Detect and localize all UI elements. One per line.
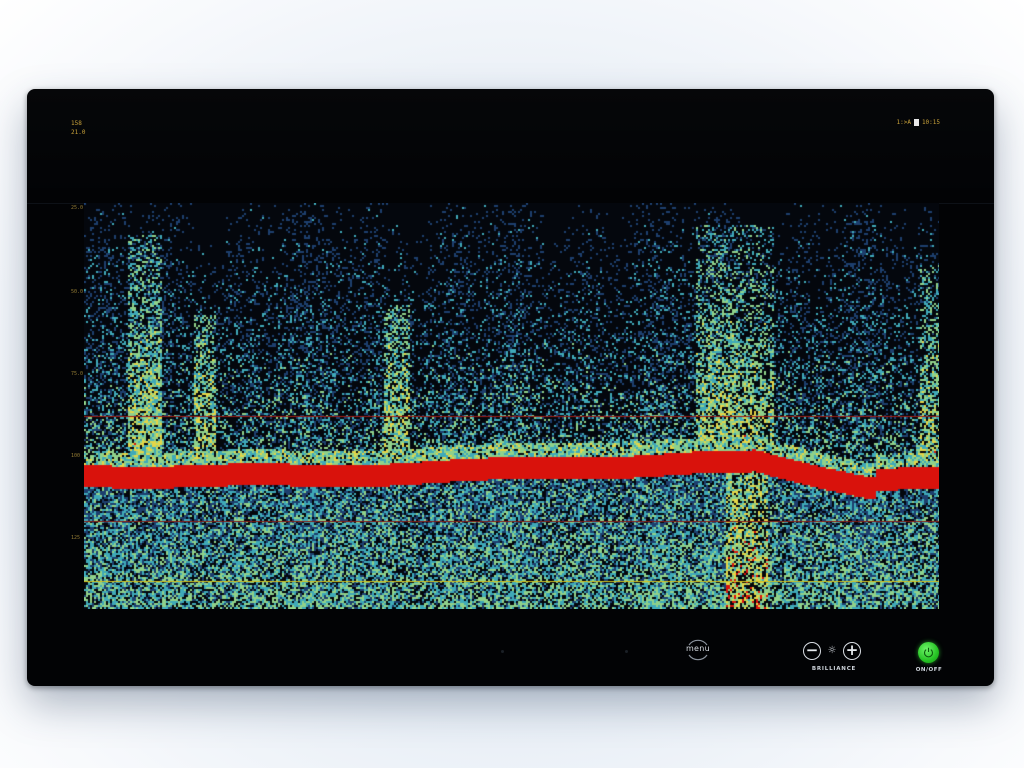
brilliance-minus-button[interactable]: − bbox=[803, 642, 821, 660]
sun-icon: ☼ bbox=[827, 645, 837, 656]
status-line-1: 158 bbox=[71, 120, 82, 127]
depth-label: 125 bbox=[71, 535, 81, 541]
cursor-marker-icon bbox=[913, 119, 919, 126]
menu-button[interactable]: menu bbox=[684, 639, 712, 661]
brilliance-control: − ☼ + BRILLIANCE bbox=[803, 642, 865, 672]
status-readout-right: 1:>A 10:15 bbox=[896, 119, 940, 126]
echogram-display[interactable] bbox=[84, 203, 939, 609]
status-line-2: 21.0 bbox=[71, 129, 86, 136]
depth-label: 75.0 bbox=[71, 371, 84, 377]
depth-label: 25.0 bbox=[71, 205, 84, 211]
indicator-dot bbox=[501, 650, 504, 653]
power-button[interactable] bbox=[918, 642, 939, 663]
depth-label: 100 bbox=[71, 453, 81, 459]
depth-scale: 25.0 50.0 75.0 100 125 bbox=[71, 203, 83, 609]
power-control: ON/OFF bbox=[914, 642, 944, 673]
power-icon bbox=[924, 647, 933, 658]
menu-label: menu bbox=[685, 644, 711, 653]
status-readout-left: 158 21.0 bbox=[71, 119, 85, 137]
indicator-dot bbox=[625, 650, 628, 653]
fish-finder-monitor: 158 21.0 1:>A 10:15 25.0 50.0 75.0 100 1… bbox=[27, 89, 994, 686]
brilliance-label: BRILLIANCE bbox=[811, 666, 857, 672]
status-right-text: 1:>A bbox=[896, 119, 911, 126]
top-bezel bbox=[27, 89, 994, 204]
depth-label: 50.0 bbox=[71, 289, 84, 295]
status-right-suffix: 10:15 bbox=[921, 119, 940, 126]
brilliance-plus-button[interactable]: + bbox=[843, 642, 861, 660]
echogram-canvas[interactable] bbox=[84, 203, 939, 609]
power-label: ON/OFF bbox=[915, 667, 943, 673]
control-strip: menu − ☼ + BRILLIANCE ON/OFF bbox=[27, 629, 994, 686]
